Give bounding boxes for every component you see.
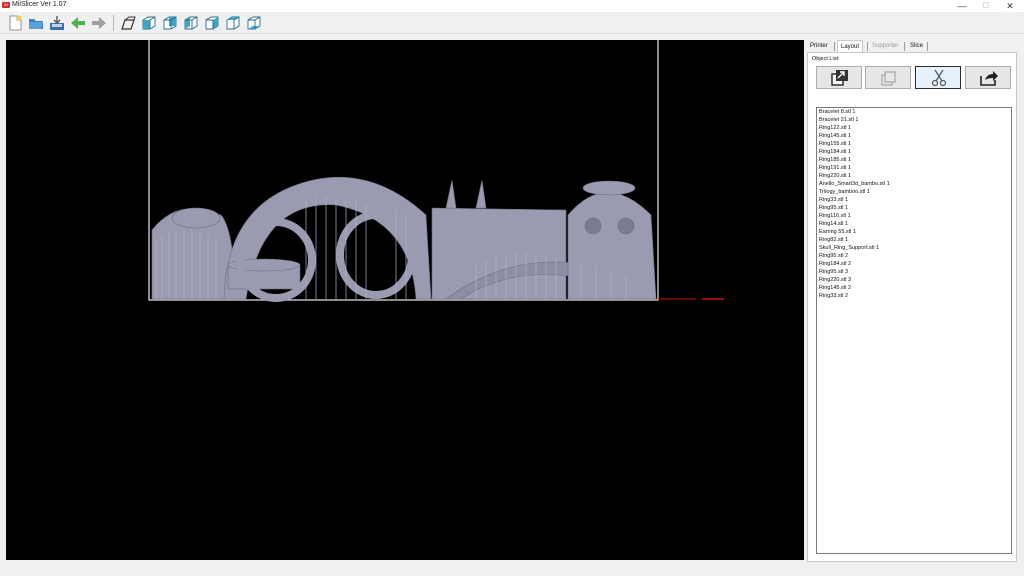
list-item[interactable]: Ring33.stl 1 [817,196,1011,204]
tab-separator [927,42,928,51]
layout-tab-page: Object List: Bracelet 8.stl 1 Bracelet 21… [807,52,1017,562]
duplicate-object-icon [881,71,896,86]
bottom-view-cube-icon[interactable] [245,14,263,32]
list-item[interactable]: Ring95.stl 2 [817,252,1011,260]
maximize-button[interactable]: ▢ [975,0,997,12]
status-strip [0,564,1024,576]
tab-printer[interactable]: Printer [807,40,831,52]
list-item[interactable]: Bracelet 21.stl 1 [817,116,1011,124]
export-share-icon [980,71,998,86]
list-item[interactable]: Ring145.stl 2 [817,284,1011,292]
list-item[interactable]: Ring155.stl 1 [817,140,1011,148]
model-group [151,176,657,302]
list-item[interactable]: Ring14.stl 1 [817,220,1011,228]
front-view-cube-icon[interactable] [140,14,158,32]
list-item[interactable]: Ring95.stl 3 [817,268,1011,276]
undo-arrow-icon[interactable] [69,14,87,32]
add-object-button[interactable] [816,66,862,89]
list-item[interactable]: Skull_Ring_Support.stl 1 [817,244,1011,252]
list-item[interactable]: Ring33.stl 2 [817,292,1011,300]
app-logo-icon: M [2,2,10,8]
redo-arrow-icon[interactable] [90,14,108,32]
list-item[interactable]: Ring116.stl 1 [817,212,1011,220]
open-folder-icon[interactable] [27,14,45,32]
list-item[interactable]: Ring82.stl 1 [817,236,1011,244]
duplicate-object-button[interactable] [865,66,911,89]
list-item[interactable]: Ring220.stl 1 [817,172,1011,180]
tab-separator [834,42,835,51]
title-bar: M MiiSlicer Ver 1.07 — ▢ ✕ [0,0,1024,12]
left-view-cube-icon[interactable] [182,14,200,32]
right-view-cube-icon[interactable] [203,14,221,32]
top-view-cube-icon[interactable] [224,14,242,32]
back-view-cube-icon[interactable] [161,14,179,32]
cut-button[interactable] [915,66,961,89]
toolbar [0,12,1024,34]
tab-slice[interactable]: Slice [907,40,926,52]
3d-viewport[interactable] [6,40,804,560]
close-button[interactable]: ✕ [999,0,1021,12]
add-object-icon [831,70,848,86]
new-file-icon[interactable] [6,14,24,32]
export-button[interactable] [965,66,1011,89]
list-item[interactable]: Ring122.stl 1 [817,124,1011,132]
list-item[interactable]: Bracelet 8.stl 1 [817,108,1011,116]
list-item[interactable]: Ring145.stl 1 [817,132,1011,140]
tab-separator [904,42,905,51]
object-list-label: Object List: [812,56,840,62]
tab-bar: Printer Layout Supporter Slice [807,40,1017,53]
viewport-scene [148,40,724,302]
cut-scissors-icon [931,69,947,87]
list-item[interactable]: Trilogy_bamboo.stl 1 [817,188,1011,196]
list-item[interactable]: Ring220.stl 3 [817,276,1011,284]
list-item[interactable]: Ring185.stl 1 [817,156,1011,164]
list-item[interactable]: Earring 55.stl 1 [817,228,1011,236]
tab-separator [867,42,868,51]
right-panel: Printer Layout Supporter Slice Object Li… [807,38,1017,564]
object-list[interactable]: Bracelet 8.stl 1 Bracelet 21.stl 1 Ring122… [816,107,1012,554]
list-item[interactable]: Ring191.stl 1 [817,164,1011,172]
minimize-button[interactable]: — [951,0,973,12]
list-item[interactable]: Anello_Smart3d_bambo.stl 1 [817,180,1011,188]
window-title: MiiSlicer Ver 1.07 [12,1,67,8]
toolbar-separator [113,15,114,31]
list-item[interactable]: Ring95.stl 1 [817,204,1011,212]
list-item[interactable]: Ring184.stl 2 [817,260,1011,268]
list-item[interactable]: Ring184.stl 1 [817,148,1011,156]
save-icon[interactable] [48,14,66,32]
tab-supporter[interactable]: Supporter [869,40,901,52]
perspective-view-icon[interactable] [119,14,137,32]
